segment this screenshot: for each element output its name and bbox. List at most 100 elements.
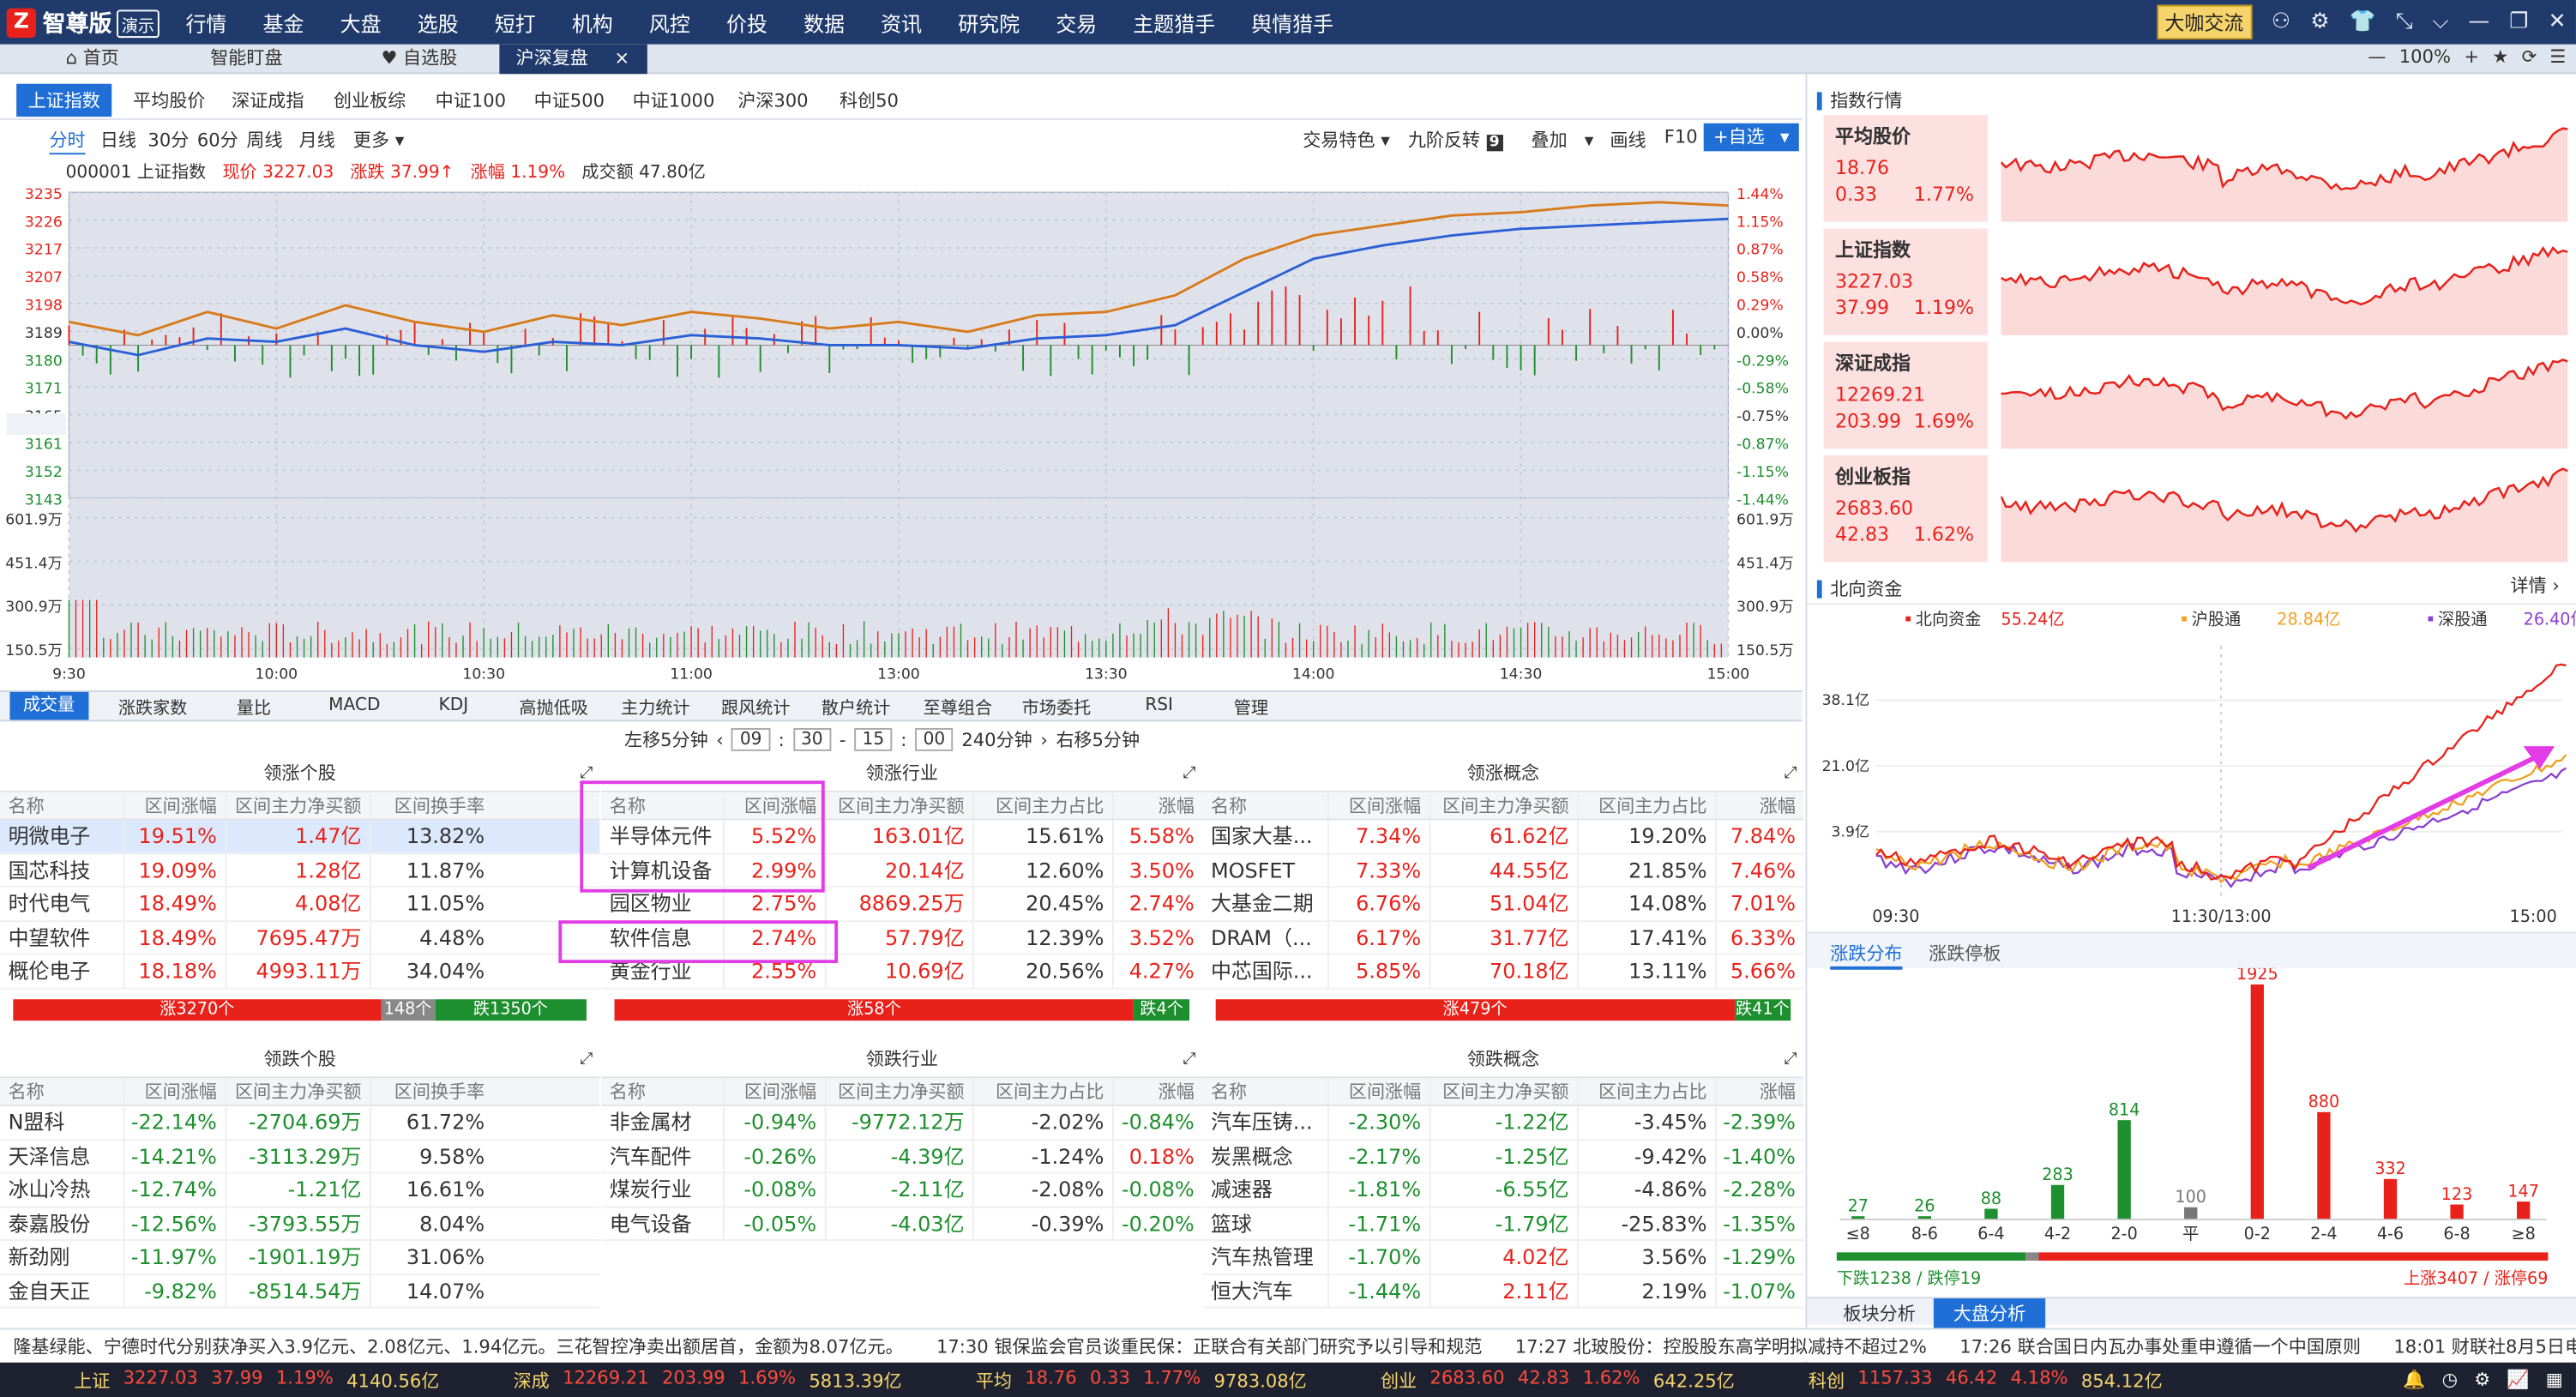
- table-row[interactable]: 恒大汽车 -1.44% 2.11亿 2.19% -1.07%: [1202, 1274, 1804, 1309]
- table-row[interactable]: 天泽信息 -14.21% -3113.29万 9.58%: [0, 1140, 600, 1174]
- chart-icon[interactable]: 📈: [2507, 1369, 2529, 1390]
- column-header[interactable]: 名称: [0, 1078, 123, 1105]
- table-row[interactable]: 篮球 -1.71% -1.79亿 -25.83% -1.35%: [1202, 1207, 1804, 1241]
- f10-button[interactable]: F10: [1664, 127, 1698, 148]
- news-item[interactable]: 隆基绿能、宁德时代分别获净买入3.9亿元、2.08亿元、1.94亿元。三花智控净…: [13, 1332, 903, 1358]
- start-minute-input[interactable]: 30: [792, 728, 832, 751]
- user-icon[interactable]: ⚇: [2272, 9, 2290, 34]
- period-tab-3[interactable]: 60分: [197, 127, 238, 154]
- shift-right-button[interactable]: 右移5分钟: [1056, 726, 1140, 753]
- table-row[interactable]: 半导体元件 5.52% 163.01亿 15.61% 5.58%: [601, 820, 1203, 854]
- north-details-link[interactable]: 详情 ›: [2511, 572, 2560, 599]
- menu-item-8[interactable]: 数据: [803, 7, 845, 38]
- tab-rise-fall-distribution[interactable]: 涨跌分布: [1830, 940, 1903, 970]
- table-row[interactable]: 明微电子 19.51% 1.47亿 13.82%: [0, 820, 600, 854]
- status-index[interactable]: 深成 12269.21 203.99 1.69% 5813.39亿: [514, 1367, 902, 1394]
- menu-icon[interactable]: ☰: [2550, 46, 2567, 68]
- menu-item-11[interactable]: 交易: [1056, 7, 1097, 38]
- news-item[interactable]: 18:01 财联社8月5日电，: [2393, 1332, 2576, 1358]
- menu-item-6[interactable]: 风控: [649, 7, 690, 38]
- period-tab-6[interactable]: 更多 ▾: [353, 127, 404, 154]
- tab-market-analysis[interactable]: 大盘分析: [1933, 1298, 2046, 1328]
- status-index[interactable]: 上证 3227.03 37.99 1.19% 4140.56亿: [74, 1367, 439, 1394]
- column-header[interactable]: 名称: [0, 792, 123, 819]
- status-index[interactable]: 科创 1157.33 46.42 4.18% 854.12亿: [1809, 1367, 2163, 1394]
- index-tab-4[interactable]: 中证100: [424, 84, 517, 117]
- menu-item-9[interactable]: 资讯: [881, 7, 922, 38]
- table-row[interactable]: 冰山冷热 -12.74% -1.21亿 16.61%: [0, 1173, 600, 1207]
- indicator-tab-12[interactable]: 管理: [1234, 695, 1268, 720]
- expand-icon[interactable]: ⤢: [1785, 758, 1797, 791]
- zoom-in-icon[interactable]: +: [2464, 46, 2479, 68]
- table-row[interactable]: 泰嘉股份 -12.56% -3793.55万 8.04%: [0, 1207, 600, 1241]
- table-row[interactable]: 非金属材 -0.94% -9772.12万 -2.02% -0.84%: [601, 1105, 1203, 1141]
- table-row[interactable]: N盟科 -22.14% -2704.69万 61.72%: [0, 1105, 600, 1141]
- chevron-down-icon[interactable]: ⌵: [2432, 9, 2448, 34]
- close-icon[interactable]: ✕: [2549, 9, 2567, 34]
- index-tab-1[interactable]: 平均股价: [122, 84, 217, 117]
- menu-item-1[interactable]: 基金: [263, 7, 304, 38]
- column-header[interactable]: 区间主力净买额: [225, 1078, 370, 1105]
- column-header[interactable]: 涨幅: [1715, 1078, 1803, 1105]
- chevron-left-icon[interactable]: ‹: [716, 729, 723, 750]
- column-header[interactable]: 区间主力占比: [972, 792, 1112, 819]
- menu-item-2[interactable]: 大盘: [340, 7, 382, 38]
- menu-item-4[interactable]: 短打: [495, 7, 536, 38]
- index-tab-6[interactable]: 中证1000: [621, 84, 726, 117]
- table-row[interactable]: 大基金二期 6.76% 51.04亿 14.08% 7.01%: [1202, 887, 1804, 922]
- menu-item-13[interactable]: 舆情猎手: [1251, 7, 1333, 38]
- column-header[interactable]: 名称: [1202, 1078, 1327, 1105]
- period-tab-2[interactable]: 30分: [147, 127, 189, 154]
- column-header[interactable]: 区间涨幅: [722, 1078, 825, 1105]
- table-row[interactable]: 软件信息 2.74% 57.79亿 12.39% 3.52%: [601, 921, 1203, 955]
- news-ticker[interactable]: 隆基绿能、宁德时代分别获净买入3.9亿元、2.08亿元、1.94亿元。三花智控净…: [0, 1328, 2576, 1361]
- index-card[interactable]: 创业板指 2683.60 42.83 1.62%: [1823, 455, 1989, 563]
- trade-feature-dropdown[interactable]: 交易特色 ▾: [1303, 127, 1390, 154]
- period-tab-4[interactable]: 周线: [246, 127, 282, 154]
- table-row[interactable]: 金自天正 -9.82% -8514.54万 14.07%: [0, 1274, 600, 1309]
- indicator-tab-2[interactable]: 量比: [237, 695, 271, 720]
- table-row[interactable]: 汽车压铸... -2.30% -1.22亿 -3.45% -2.39%: [1202, 1105, 1804, 1141]
- minimize-icon[interactable]: —: [2468, 9, 2489, 34]
- menu-item-7[interactable]: 价投: [726, 7, 767, 38]
- zoom-out-icon[interactable]: —: [2368, 46, 2386, 68]
- column-header[interactable]: 区间涨幅: [123, 792, 226, 819]
- indicator-tab-4[interactable]: KDJ: [439, 695, 469, 715]
- expand-icon[interactable]: ⤢: [1785, 1044, 1797, 1076]
- status-index[interactable]: 创业 2683.60 42.83 1.62% 642.25亿: [1381, 1367, 1735, 1394]
- collapse-icon[interactable]: ⤡: [2396, 9, 2413, 34]
- overlay-dropdown[interactable]: 叠加 ▾: [1532, 127, 1594, 154]
- column-header[interactable]: 区间主力占比: [1577, 1078, 1715, 1105]
- intraday-chart[interactable]: 3235 1.44% 3226 1.15% 3217 0.87% 3207 0.58% 3198…: [0, 186, 1803, 690]
- table-row[interactable]: 园区物业 2.75% 8869.25万 20.45% 2.74%: [601, 887, 1203, 922]
- column-header[interactable]: 名称: [1202, 792, 1327, 819]
- status-index[interactable]: 平均 18.76 0.33 1.77% 9783.08亿: [976, 1367, 1307, 1394]
- maximize-icon[interactable]: ❐: [2509, 9, 2528, 34]
- column-header[interactable]: 区间主力净买额: [225, 792, 370, 819]
- period-tab-1[interactable]: 日线: [100, 127, 136, 154]
- close-tab-icon[interactable]: ×: [615, 48, 630, 69]
- tab-sector-analysis[interactable]: 板块分析: [1830, 1300, 1929, 1327]
- expand-icon[interactable]: ⤢: [580, 758, 593, 791]
- app-logo[interactable]: Z 智尊版 演示: [6, 7, 159, 39]
- grid-icon[interactable]: ▦: [2546, 1369, 2563, 1390]
- table-row[interactable]: 国芯科技 19.09% 1.28亿 11.87%: [0, 853, 600, 888]
- end-minute-input[interactable]: 00: [915, 728, 954, 751]
- table-row[interactable]: 国家大基... 7.34% 61.62亿 19.20% 7.84%: [1202, 820, 1804, 854]
- table-row[interactable]: 计算机设备 2.99% 20.14亿 12.60% 3.50%: [601, 853, 1203, 888]
- index-tab-0[interactable]: 上证指数: [16, 83, 112, 117]
- end-hour-input[interactable]: 15: [853, 728, 893, 751]
- community-button[interactable]: 大咖交流: [2156, 4, 2252, 39]
- news-item[interactable]: 17:30 银保监会官员谈重民保：正联合有关部门研究予以引导和规范: [936, 1332, 1482, 1358]
- indicator-tab-11[interactable]: RSI: [1145, 695, 1173, 715]
- menu-item-10[interactable]: 研究院: [958, 7, 1020, 38]
- refresh-icon[interactable]: ⟳: [2522, 46, 2537, 68]
- indicator-tab-9[interactable]: 至尊组合: [924, 695, 992, 720]
- column-header[interactable]: 区间主力占比: [972, 1078, 1112, 1105]
- table-row[interactable]: 时代电气 18.49% 4.08亿 11.05%: [0, 887, 600, 922]
- table-row[interactable]: 煤炭行业 -0.08% -2.11亿 -2.08% -0.08%: [601, 1173, 1203, 1207]
- nine-turn-button[interactable]: 九阶反转 9: [1408, 127, 1503, 154]
- indicator-tab-0[interactable]: 成交量: [9, 691, 88, 720]
- indicator-tab-10[interactable]: 市场委托: [1022, 695, 1091, 720]
- tab-limit-board[interactable]: 涨跌停板: [1929, 940, 2001, 966]
